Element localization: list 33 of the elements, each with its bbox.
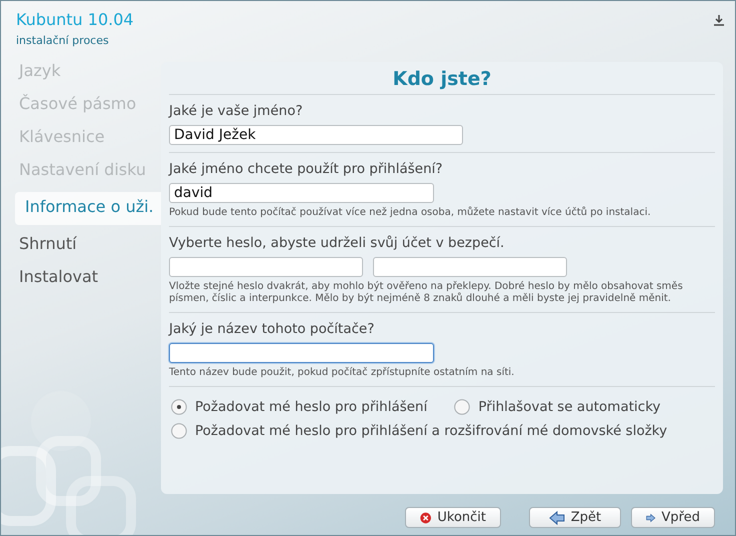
app-subtitle: instalační proces — [16, 34, 110, 47]
radio-button[interactable] — [454, 399, 470, 415]
radio-option[interactable]: Požadovat mé heslo pro přihlášení — [171, 399, 428, 415]
radio-button[interactable] — [171, 423, 187, 439]
input-field[interactable] — [169, 343, 434, 363]
back-button[interactable]: Zpět — [529, 507, 621, 528]
radio-button[interactable] — [171, 399, 187, 415]
input-field[interactable] — [373, 257, 567, 277]
question-label: Vyberte heslo, abyste udrželi svůj účet v bezpečí. — [169, 235, 506, 251]
step-item: Klávesnice — [18, 126, 106, 148]
step-item: Instalovat — [18, 266, 100, 288]
download-icon[interactable] — [713, 14, 725, 26]
input-field[interactable]: david — [169, 183, 434, 203]
step-item: Shrnutí — [18, 233, 78, 255]
arrow-left-icon — [548, 510, 565, 526]
input-field[interactable] — [169, 257, 363, 277]
input-field[interactable]: David Ježek — [169, 125, 463, 145]
step-item: Informace o uži. — [15, 192, 161, 225]
hint-text: Pokud bude tento počítač používat více než jedna osoba, můžete nastavit více účtů po instalaci. — [169, 207, 652, 219]
question-label: Jaký je název tohoto počítače? — [169, 321, 376, 337]
step-item: Časové pásmo — [18, 93, 138, 115]
app-title: Kubuntu 10.04 — [16, 10, 134, 29]
close-icon — [420, 510, 432, 526]
hint-text: Tento název bude použit, pokud počítač zpřístupníte ostatním na síti. — [169, 367, 516, 379]
radio-option[interactable]: Požadovat mé heslo pro přihlášení a rozšifrování mé domovské složky — [171, 423, 715, 439]
forward-button[interactable]: Vpřed — [631, 507, 715, 528]
hint-text: Vložte stejné heslo dvakrát, aby mohlo být ověřeno na překlepy. Dobré heslo by mělo obsahovat směs písmen, číslic a interpunkce. Mělo by být nejméně 8 znaků dlouhé a měli byste jej pravidelně měnit. — [169, 281, 684, 305]
page-title: Kdo jste? — [169, 66, 715, 95]
question-label: Jaké je vaše jméno? — [169, 103, 304, 119]
question-label: Jaké jméno chcete použít pro přihlášení? — [169, 161, 444, 177]
quit-button[interactable]: Ukončit — [405, 507, 501, 528]
step-item: Jazyk — [17, 60, 62, 82]
radio-option[interactable]: Přihlašovat se automaticky — [454, 399, 661, 415]
